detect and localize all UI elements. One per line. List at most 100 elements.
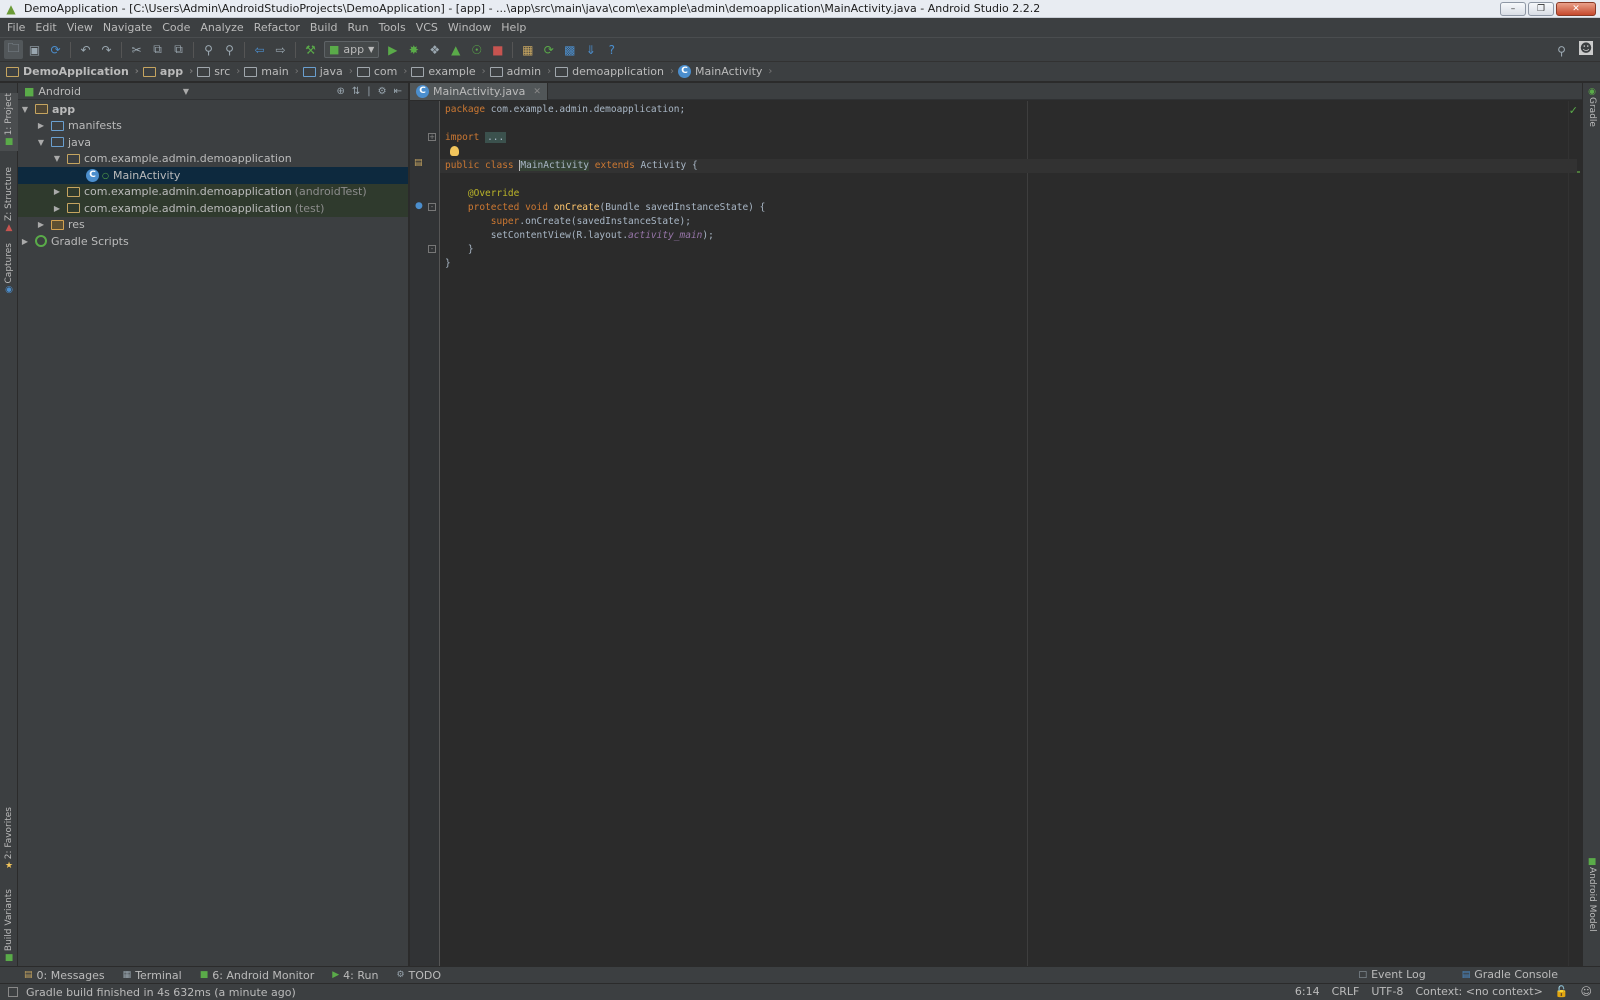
run-icon[interactable]: ▶ — [383, 40, 402, 59]
help-icon[interactable]: ? — [602, 40, 621, 59]
gear-icon[interactable]: ⚙ — [378, 86, 387, 97]
caret-position[interactable]: 6:14 — [1295, 985, 1320, 998]
forward-icon[interactable]: ⇨ — [271, 40, 290, 59]
collapse-arrow-icon[interactable]: ▶ — [20, 237, 30, 246]
avd-manager-icon[interactable]: ▦ — [518, 40, 537, 59]
restore-button[interactable]: ❐ — [1528, 1, 1554, 16]
close-button[interactable]: ✕ — [1556, 1, 1596, 16]
menu-run[interactable]: Run — [343, 21, 374, 34]
breadcrumb-item[interactable]: app › — [142, 65, 193, 78]
line-separator-selector[interactable]: CRLF — [1332, 985, 1360, 998]
tool-tab-terminal[interactable]: ▦ Terminal — [123, 969, 182, 982]
project-view-selector[interactable]: ■ Android ▼ — [24, 85, 189, 98]
copy-icon[interactable]: ⧉ — [148, 40, 167, 59]
expand-arrow-icon[interactable]: ▼ — [20, 105, 30, 114]
close-tab-icon[interactable]: ✕ — [533, 87, 541, 97]
user-icon[interactable]: ☻ — [1579, 41, 1593, 55]
tool-tab-android-model[interactable]: ■ Android Model — [1583, 857, 1600, 957]
tool-tab-android-monitor[interactable]: ■ 6: Android Monitor — [200, 969, 315, 982]
attach-debugger-icon[interactable]: ❖ — [425, 40, 444, 59]
stop-icon[interactable]: ■ — [488, 40, 507, 59]
breadcrumb-item[interactable]: com › — [356, 65, 407, 78]
tree-node-gradle-scripts[interactable]: ▶ Gradle Scripts — [18, 233, 408, 250]
redo-icon[interactable]: ↷ — [97, 40, 116, 59]
expand-arrow-icon[interactable]: ▼ — [52, 154, 62, 163]
collapse-all-icon[interactable]: ⇅ — [352, 86, 360, 97]
tool-tab-build-variants[interactable]: Build Variants ■ — [0, 889, 18, 963]
find-icon[interactable]: ⚲ — [199, 40, 218, 59]
breadcrumb-item[interactable]: java › — [302, 65, 353, 78]
breadcrumb-item[interactable]: DemoApplication › — [6, 65, 139, 78]
encoding-selector[interactable]: UTF-8 — [1371, 985, 1403, 998]
hector-icon[interactable]: ☺ — [1581, 985, 1592, 998]
search-icon[interactable]: ⚲ — [1552, 41, 1571, 60]
collapse-arrow-icon[interactable]: ▶ — [36, 220, 46, 229]
tree-node-app[interactable]: ▼ app — [18, 101, 408, 118]
fold-toggle-icon[interactable]: - — [428, 203, 436, 211]
sync-icon[interactable]: ⟳ — [46, 40, 65, 59]
run-config-selector[interactable]: ■ app ▼ — [324, 41, 380, 58]
tool-tab-todo[interactable]: ⚙ TODO — [396, 969, 441, 982]
override-marker-icon[interactable]: ● — [415, 201, 423, 211]
tree-node-java[interactable]: ▼ java — [18, 134, 408, 151]
fold-toggle-icon[interactable]: - — [428, 245, 436, 253]
expand-arrow-icon[interactable]: ▼ — [36, 138, 46, 147]
make-project-icon[interactable]: ⚒ — [301, 40, 320, 59]
scroll-from-source-icon[interactable]: ⊕ — [336, 86, 344, 97]
status-message[interactable]: Gradle build finished in 4s 632ms (a min… — [26, 986, 296, 999]
breadcrumb-item[interactable]: demoapplication › — [555, 65, 674, 78]
tree-node-manifests[interactable]: ▶ manifests — [18, 118, 408, 135]
tool-tab-gradle-console[interactable]: ▤ Gradle Console — [1462, 968, 1558, 981]
cut-icon[interactable]: ✂ — [127, 40, 146, 59]
save-icon[interactable]: ▣ — [25, 40, 44, 59]
menu-vcs[interactable]: VCS — [411, 21, 443, 34]
tree-node-package-main[interactable]: ▼ com.example.admin.demoapplication — [18, 151, 408, 168]
menu-analyze[interactable]: Analyze — [195, 21, 248, 34]
paste-icon[interactable]: ⧉ — [169, 40, 188, 59]
apply-changes-icon[interactable]: ▲ — [446, 40, 465, 59]
lock-icon[interactable]: 🔓 — [1555, 985, 1569, 998]
fold-toggle-icon[interactable]: + — [428, 133, 436, 141]
sync-gradle-icon[interactable]: ⟳ — [539, 40, 558, 59]
menu-navigate[interactable]: Navigate — [98, 21, 157, 34]
tool-tab-captures[interactable]: Captures ◉ — [0, 243, 18, 295]
tool-tab-messages[interactable]: ▤ 0: Messages — [24, 969, 105, 982]
breadcrumb-item[interactable]: main › — [244, 65, 299, 78]
menu-build[interactable]: Build — [305, 21, 343, 34]
tree-node-res[interactable]: ▶ res — [18, 217, 408, 234]
open-folder-icon[interactable]: 🗀 — [4, 40, 23, 59]
minimize-button[interactable]: – — [1500, 1, 1526, 16]
editor-tab-mainactivity[interactable]: C MainActivity.java ✕ — [410, 83, 548, 100]
breadcrumb-item[interactable]: src › — [197, 65, 240, 78]
back-icon[interactable]: ⇦ — [250, 40, 269, 59]
toggle-tool-windows-icon[interactable] — [8, 987, 18, 997]
tool-tab-run[interactable]: ▶ 4: Run — [332, 969, 378, 982]
menu-edit[interactable]: Edit — [30, 21, 61, 34]
tool-tab-event-log[interactable]: □ Event Log — [1359, 968, 1426, 981]
menu-help[interactable]: Help — [496, 21, 531, 34]
tool-tab-favorites[interactable]: 2: Favorites ★ — [0, 807, 18, 871]
sdk-manager-icon[interactable]: ⇓ — [581, 40, 600, 59]
code-editor[interactable]: + ▤ ● - - ✓ package com.example.admin.de… — [410, 101, 1582, 966]
replace-icon[interactable]: ⚲ — [220, 40, 239, 59]
run-coverage-icon[interactable]: ☉ — [467, 40, 486, 59]
tree-node-package-test[interactable]: ▶ com.example.admin.demoapplication (tes… — [18, 200, 408, 217]
breadcrumb-item[interactable]: example › — [411, 65, 486, 78]
tool-tab-gradle[interactable]: ◉ Gradle — [1583, 87, 1600, 137]
undo-icon[interactable]: ↶ — [76, 40, 95, 59]
menu-file[interactable]: File — [2, 21, 30, 34]
tool-tab-structure[interactable]: Z: Structure ▲ — [0, 167, 18, 233]
hide-panel-icon[interactable]: ⇤ — [394, 86, 402, 97]
collapse-arrow-icon[interactable]: ▶ — [52, 187, 62, 196]
context-indicator[interactable]: Context: <no context> — [1415, 985, 1542, 998]
project-structure-icon[interactable]: ▩ — [560, 40, 579, 59]
collapse-arrow-icon[interactable]: ▶ — [52, 204, 62, 213]
menu-tools[interactable]: Tools — [374, 21, 411, 34]
menu-refactor[interactable]: Refactor — [249, 21, 305, 34]
breadcrumb-item[interactable]: C MainActivity › — [678, 65, 772, 78]
tool-tab-project[interactable]: 1: Project ■ — [0, 93, 18, 151]
tree-node-mainactivity[interactable]: C ○ MainActivity — [18, 167, 408, 184]
menu-code[interactable]: Code — [157, 21, 195, 34]
implement-marker-icon[interactable]: ▤ — [414, 158, 423, 168]
menu-view[interactable]: View — [62, 21, 98, 34]
